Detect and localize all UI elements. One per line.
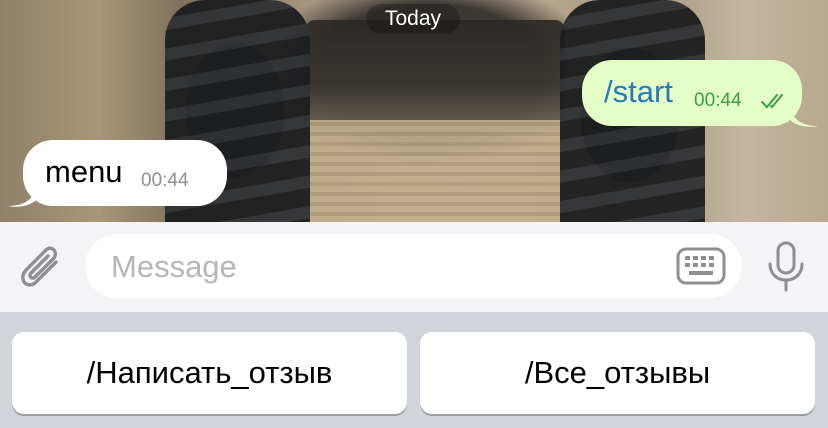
message-text: menu	[45, 154, 123, 189]
reply-button-all-reviews[interactable]: /Все_отзывы	[420, 332, 815, 414]
message-bubble-outgoing[interactable]: /start 00:44	[582, 60, 802, 126]
message-bubble-incoming[interactable]: menu 00:44	[23, 140, 227, 206]
wallpaper-axle	[305, 20, 565, 130]
read-checkmarks-icon	[761, 94, 783, 109]
reply-keyboard: /Написать_отзыв /Все_отзывы	[0, 312, 828, 428]
message-time: 00:44	[141, 170, 189, 191]
message-time: 00:44	[694, 90, 742, 111]
wallpaper-sand	[300, 120, 580, 222]
message-input-bar: Message	[0, 222, 828, 312]
microphone-icon[interactable]	[762, 240, 810, 294]
message-placeholder: Message	[111, 249, 237, 284]
paperclip-icon[interactable]	[18, 242, 66, 292]
date-separator: Today	[366, 4, 460, 34]
reply-button-write-review[interactable]: /Написать_отзыв	[12, 332, 407, 414]
keyboard-icon[interactable]	[675, 246, 727, 286]
message-text: /start	[604, 74, 673, 109]
message-input[interactable]: Message	[85, 234, 742, 298]
